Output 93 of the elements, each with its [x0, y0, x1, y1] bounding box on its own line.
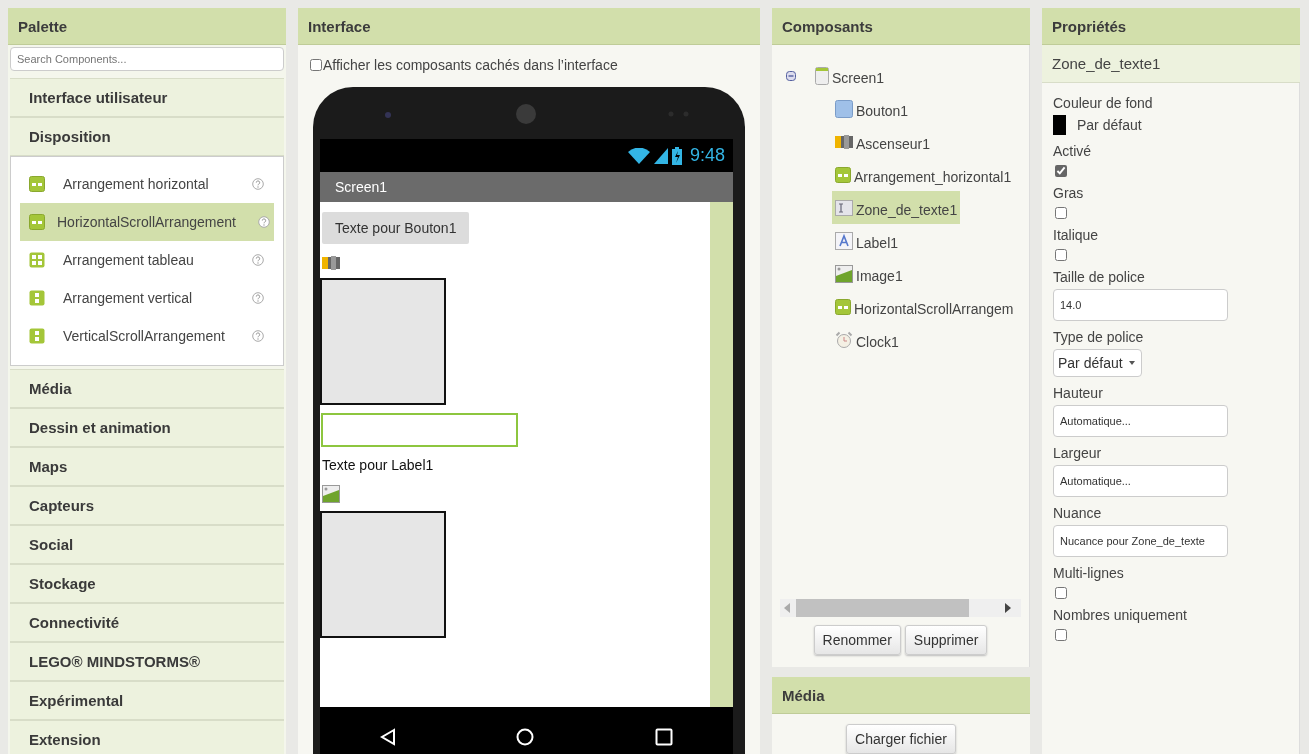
text-field[interactable]: Automatique...	[1053, 465, 1228, 497]
property-label: Largeur	[1053, 445, 1102, 461]
horizontal-arrangement-icon	[29, 214, 45, 230]
panel-header: Média	[772, 677, 1030, 714]
tree-item[interactable]: Clock1	[832, 323, 902, 356]
signal-icon	[653, 147, 668, 164]
checkbox[interactable]	[1055, 249, 1067, 261]
color-swatch[interactable]	[1053, 115, 1066, 135]
label-icon	[835, 231, 853, 250]
image-icon	[835, 264, 853, 283]
palette-item[interactable]: VerticalScrollArrangement	[20, 317, 274, 355]
palette-item[interactable]: HorizontalScrollArrangement	[20, 203, 274, 241]
search-field[interactable]: Search Components...	[10, 47, 284, 71]
palette-item[interactable]: Arrangement horizontal	[20, 165, 274, 203]
text-field[interactable]: Nucance pour Zone_de_texte	[1053, 525, 1228, 557]
button-icon	[835, 99, 853, 118]
panel-header: Interface	[298, 8, 760, 45]
property-label: Nuance	[1053, 505, 1102, 521]
category-header[interactable]: LEGO® MINDSTORMS®	[10, 642, 284, 681]
image-icon	[322, 485, 340, 503]
category-header[interactable]: Expérimental	[10, 681, 284, 720]
action-button[interactable]: Supprimer	[904, 625, 988, 655]
category-header[interactable]: Capteurs	[10, 486, 284, 525]
panel-header: Propriétés	[1042, 8, 1300, 45]
component-name: Zone_de_texte1	[1042, 45, 1300, 83]
tree-item[interactable]: Arrangement_horizontal1	[832, 158, 1015, 191]
upload-button[interactable]: Charger fichier	[846, 724, 956, 754]
property-label: Multi-lignes	[1053, 565, 1124, 581]
category-header[interactable]: Interface utilisateur	[10, 78, 284, 117]
checkbox[interactable]	[310, 59, 322, 71]
vertical-arrangement-icon	[29, 328, 45, 344]
category-header[interactable]: Disposition	[10, 117, 284, 156]
panel-header: Composants	[772, 8, 1030, 45]
checkbox-label: Afficher les composants cachés dans l’interface	[323, 57, 618, 73]
checkbox[interactable]	[1055, 587, 1067, 599]
home-icon[interactable]	[516, 728, 535, 746]
tree-item[interactable]: HorizontalScrollArrangem	[832, 290, 1017, 323]
preview-button[interactable]: Texte pour Bouton1	[322, 212, 470, 244]
slider-icon	[835, 134, 853, 149]
wifi-icon	[627, 147, 650, 164]
property-label: Italique	[1053, 227, 1099, 243]
tree-item[interactable]: Ascenseur1	[832, 125, 933, 158]
category-header[interactable]: Social	[10, 525, 284, 564]
category-header[interactable]: Stockage	[10, 564, 284, 603]
horizontal-arrangement-icon	[835, 298, 851, 315]
checkbox[interactable]	[1055, 629, 1067, 641]
category-header[interactable]: Connectivité	[10, 603, 284, 642]
battery-icon	[671, 146, 682, 165]
slider-icon	[322, 256, 340, 270]
caret-icon	[1128, 361, 1135, 365]
category-header[interactable]: Média	[10, 369, 284, 408]
property-label: Type de police	[1053, 329, 1144, 345]
action-button[interactable]: Renommer	[813, 625, 901, 655]
text-field[interactable]: Automatique...	[1053, 405, 1228, 437]
category-header[interactable]: Dessin et animation	[10, 408, 284, 447]
panel-header: Palette	[8, 8, 286, 45]
property-label: Taille de police	[1053, 269, 1145, 285]
property-label: Hauteur	[1053, 385, 1103, 401]
clock-time: 9:48	[689, 145, 725, 166]
screen-icon	[815, 66, 829, 85]
color-value[interactable]: Par défaut	[1077, 117, 1142, 133]
checkbox[interactable]	[1055, 165, 1067, 177]
category-header[interactable]: Maps	[10, 447, 284, 486]
property-label: Couleur de fond	[1053, 95, 1153, 111]
palette-item[interactable]: Arrangement tableau	[20, 241, 274, 279]
screen-title: Screen1	[335, 179, 388, 195]
tree-item[interactable]: Screen1	[812, 59, 888, 92]
text-box-icon	[835, 199, 853, 216]
horizontal-arrangement-icon	[29, 176, 45, 192]
text-field[interactable]: 14.0	[1053, 289, 1228, 321]
camera-icon	[384, 111, 392, 119]
dropdown[interactable]: Par défaut	[1053, 349, 1142, 377]
alarm-clock-icon	[835, 330, 853, 349]
property-label: Gras	[1053, 185, 1084, 201]
horizontal-scrollbar[interactable]	[780, 599, 1021, 617]
palette-item[interactable]: Arrangement vertical	[20, 279, 274, 317]
property-label: Activé	[1053, 143, 1092, 159]
horizontal-arrangement-icon	[835, 166, 851, 183]
scroll-right-icon[interactable]	[1005, 603, 1011, 613]
speaker-icon	[515, 103, 537, 125]
vertical-arrangement-icon	[29, 290, 45, 306]
category-header[interactable]: Extension	[10, 720, 284, 754]
checkbox[interactable]	[1055, 207, 1067, 219]
table-arrangement-icon	[29, 252, 45, 268]
recent-apps-icon[interactable]	[654, 728, 673, 746]
tree-item[interactable]: Label1	[832, 224, 902, 257]
tree-item[interactable]: Zone_de_texte1	[832, 191, 961, 224]
property-label: Nombres uniquement	[1053, 607, 1187, 623]
collapse-icon[interactable]	[786, 70, 796, 81]
preview-label: Texte pour Label1	[322, 457, 434, 473]
tree-item[interactable]: Bouton1	[832, 92, 912, 125]
back-icon[interactable]	[380, 728, 397, 746]
tree-item[interactable]: Image1	[832, 257, 906, 290]
